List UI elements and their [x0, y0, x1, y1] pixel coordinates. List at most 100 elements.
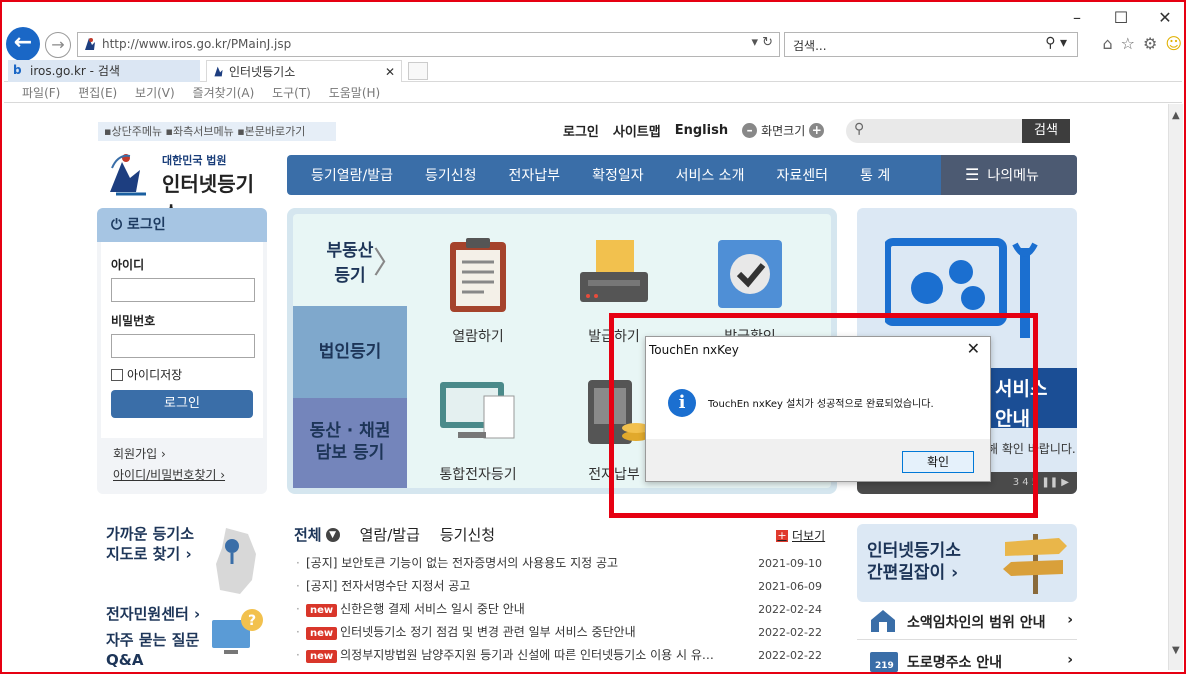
url-controls[interactable]: ▾ ↻ [751, 35, 773, 50]
news-title: [공지] 보안토큰 기능이 없는 전자증명서의 사용용도 지정 공고 [306, 556, 619, 570]
news-date: 2022-02-22 [758, 649, 822, 662]
new-badge: new [306, 650, 338, 663]
pause-icon[interactable]: ❚❚ [1041, 477, 1058, 488]
nav-fixed-date[interactable]: 확정일자 [576, 165, 660, 185]
faq-link[interactable]: 자주 묻는 질문 Q&A [106, 630, 199, 670]
civil-center-link[interactable]: 전자민원센터 › [106, 604, 200, 624]
zoom-out-icon[interactable]: – [742, 123, 758, 138]
guide-line2: 간편길잡이 › [867, 562, 961, 584]
id-input[interactable] [111, 278, 255, 302]
service-integrated[interactable]: 통합전자등기 [423, 374, 533, 484]
find-account-link[interactable]: 아이디/비밀번호찾기 › [113, 465, 225, 486]
news-title: 신한은행 결제 서비스 일시 중단 안내 [340, 602, 525, 616]
menu-file[interactable]: 파일(F) [22, 86, 60, 100]
find-office-link[interactable]: 가까운 등기소 지도로 찾기 › [106, 524, 194, 564]
maximize-icon[interactable]: ☐ [1112, 8, 1130, 27]
chevron-right-circle-icon: › [951, 563, 959, 583]
tab-iros[interactable]: 인터넷등기소 ✕ [206, 60, 402, 82]
quick-guide-banner[interactable]: 인터넷등기소 간편길잡이 › [857, 524, 1077, 602]
gear-icon[interactable]: ⚙ [1143, 34, 1157, 53]
nav-statistics[interactable]: 통 계 [844, 165, 906, 185]
join-link[interactable]: 회원가입 › [113, 444, 225, 465]
news-item[interactable]: [공지] 전자서명수단 지정서 공고 2021-06-09 [296, 575, 822, 598]
dialog-ok-button[interactable]: 확인 [902, 451, 974, 473]
news-tab-all[interactable]: 전체 ▼ [294, 524, 340, 545]
news-item[interactable]: new의정부지방법원 남양주지원 등기과 신설에 따른 인터넷등기소 이용 시 … [296, 644, 822, 667]
browser-toolbar-icons: ⌂ ☆ ⚙ ☺ [1102, 34, 1182, 53]
nav-registry-view[interactable]: 등기열람/발급 [287, 165, 409, 185]
nav-registry-apply[interactable]: 등기신청 [409, 165, 493, 185]
menu-favorites[interactable]: 즐겨찾기(A) [193, 86, 255, 100]
forward-button[interactable]: → [45, 32, 71, 58]
logo-subtitle: 대한민국 법원 [162, 154, 227, 167]
korea-map-icon [216, 528, 256, 594]
scroll-down-icon[interactable]: ▼ [1172, 645, 1180, 656]
minimize-icon[interactable]: – [1068, 8, 1086, 27]
nav-service-intro[interactable]: 서비스 소개 [660, 165, 761, 185]
registry-type-tabs: 부동산 등기 〉 법인등기 동산 · 채권 담보 등기 [293, 214, 407, 488]
back-button[interactable]: ← [6, 27, 40, 61]
tab-corporation[interactable]: 법인등기 [293, 306, 407, 398]
english-link[interactable]: English [675, 123, 728, 138]
dialog-close-icon[interactable]: ✕ [967, 339, 980, 358]
service-label: 통합전자등기 [439, 467, 517, 483]
news-date: 2022-02-22 [758, 626, 822, 639]
play-icon[interactable]: ▶ [1061, 477, 1069, 488]
new-tab-button[interactable] [408, 62, 428, 80]
faq-line1: 자주 묻는 질문 [106, 631, 200, 649]
tab-close-icon[interactable]: ✕ [385, 61, 395, 83]
site-favicon-icon [85, 38, 95, 50]
hamburger-icon: ☰ [965, 165, 980, 184]
plus-icon: + [776, 528, 788, 542]
menu-edit[interactable]: 편집(E) [78, 86, 117, 100]
road-address-guide-link[interactable]: 219 도로명주소 안내 › [857, 642, 1077, 672]
news-date: 2021-06-09 [758, 580, 822, 593]
small-tenant-guide-link[interactable]: 소액임차인의 범위 안내 › [857, 602, 1077, 640]
favorites-star-icon[interactable]: ☆ [1121, 34, 1135, 53]
news-tab-view[interactable]: 열람/발급 [360, 524, 420, 545]
login-button[interactable]: 로그인 [111, 390, 253, 418]
login-link[interactable]: 로그인 [563, 121, 599, 140]
menu-tools[interactable]: 도구(T) [272, 86, 311, 100]
close-icon[interactable]: ✕ [1156, 8, 1174, 27]
news-item[interactable]: new인터넷등기소 정기 점검 및 변경 관련 일부 서비스 중단안내 2022-… [296, 621, 822, 644]
smiley-icon[interactable]: ☺ [1165, 34, 1182, 53]
browser-search-input[interactable]: 검색... ⚲ ▾ [784, 32, 1078, 57]
service-verify[interactable]: 발급확인 [695, 236, 805, 346]
news-tab-apply[interactable]: 등기신청 [440, 524, 495, 545]
service-view[interactable]: 열람하기 [423, 236, 533, 346]
news-tabs: 전체 ▼ 열람/발급 등기신청 [294, 524, 495, 545]
home-icon[interactable]: ⌂ [1102, 34, 1112, 53]
sitemap-link[interactable]: 사이트맵 [613, 121, 661, 140]
chevron-down-icon: ▼ [325, 527, 340, 542]
my-menu-button[interactable]: ☰ 나의메뉴 [941, 155, 1077, 195]
scroll-up-icon[interactable]: ▲ [1172, 110, 1180, 121]
site-search-input[interactable]: ⚲ 검색 [846, 119, 1070, 143]
nav-data-center[interactable]: 자료센터 [760, 165, 844, 185]
road-sign-icon: 219 [870, 652, 898, 672]
save-id-checkbox[interactable]: 아이디저장 [111, 366, 182, 383]
news-item[interactable]: [공지] 보안토큰 기능이 없는 전자증명서의 사용용도 지정 공고 2021-0… [296, 552, 822, 575]
news-item[interactable]: new신한은행 결제 서비스 일시 중단 안내 2022-02-24 [296, 598, 822, 621]
site-search-button[interactable]: 검색 [1022, 119, 1070, 143]
checkbox-icon [111, 368, 123, 381]
banner-title-2: 안내 [995, 408, 1030, 430]
tab-label: 전체 [294, 526, 322, 544]
menu-view[interactable]: 보기(V) [135, 86, 175, 100]
zoom-in-icon[interactable]: + [809, 123, 825, 138]
menu-help[interactable]: 도움말(H) [329, 86, 381, 100]
address-bar[interactable]: http://www.iros.go.kr/PMainJ.jsp ▾ ↻ [77, 32, 780, 57]
vertical-scrollbar[interactable]: ▲ ▼ [1168, 104, 1183, 670]
site-logo[interactable]: 대한민국 법원 인터넷등기소 [102, 148, 272, 225]
tab-real-estate[interactable]: 부동산 등기 〉 [293, 214, 407, 306]
tab-movable-assets[interactable]: 동산 · 채권 담보 등기 [293, 398, 407, 488]
find-office-line1: 가까운 등기소 [106, 525, 195, 543]
search-icon[interactable]: ⚲ ▾ [1045, 35, 1067, 51]
service-label: 열람하기 [452, 329, 504, 345]
more-link[interactable]: + 더보기 [776, 527, 825, 544]
tab-bing-search[interactable]: b iros.go.kr - 검색 [8, 60, 200, 82]
service-issue[interactable]: 발급하기 [559, 236, 669, 346]
password-input[interactable] [111, 334, 255, 358]
skip-links[interactable]: ▪상단주메뉴 ▪좌측서브메뉴 ▪본문바로가기 [98, 122, 336, 141]
nav-e-payment[interactable]: 전자납부 [493, 165, 577, 185]
